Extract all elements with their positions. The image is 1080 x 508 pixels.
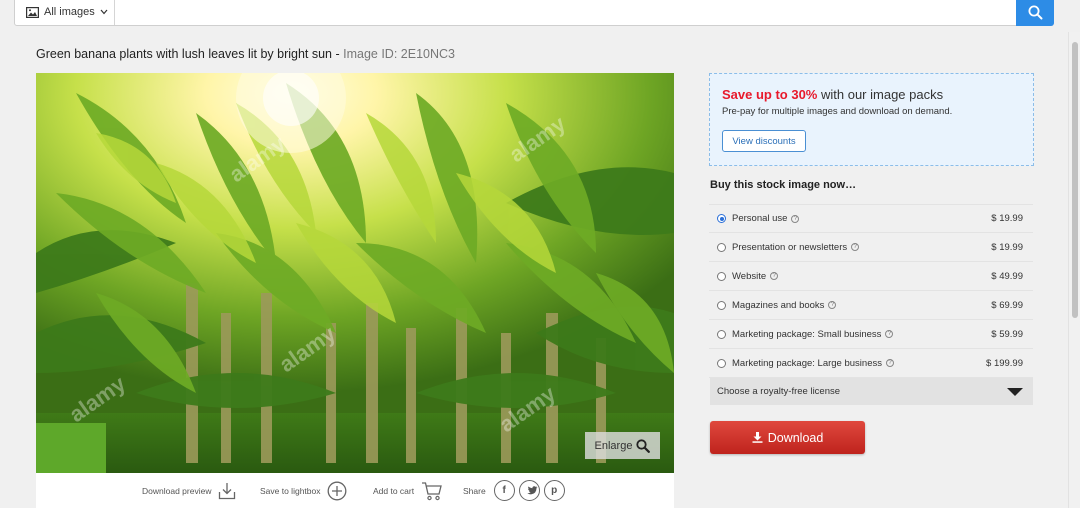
- plus-circle-icon: [328, 481, 347, 500]
- chevron-down-icon: [100, 9, 108, 15]
- pinterest-icon[interactable]: p: [543, 480, 565, 501]
- download-button[interactable]: Download: [710, 421, 865, 454]
- share-label: Share: [463, 485, 486, 496]
- share-group: Share f p: [463, 473, 565, 508]
- license-label: Magazines and books: [732, 299, 825, 311]
- enlarge-label: Enlarge: [594, 439, 633, 452]
- page-scrollbar[interactable]: [1068, 32, 1080, 508]
- promo-headline-rest: with our image packs: [817, 87, 944, 102]
- radio-unselected[interactable]: [717, 271, 726, 281]
- royalty-free-label: Choose a royalty-free license: [717, 386, 841, 397]
- search-button[interactable]: [1016, 0, 1054, 26]
- license-option-marketing-small[interactable]: Marketing package: Small business ? $ 59…: [709, 320, 1033, 349]
- search-box: All images: [14, 0, 1054, 26]
- license-price: $ 199.99: [986, 357, 1023, 369]
- enlarge-button[interactable]: Enlarge: [585, 432, 660, 459]
- help-icon[interactable]: ?: [851, 243, 860, 251]
- license-label: Marketing package: Large business: [732, 357, 882, 369]
- image-type-label: All images: [44, 6, 95, 18]
- twitter-icon[interactable]: [518, 480, 540, 501]
- download-arrow-icon: [752, 432, 763, 443]
- image-actions-bar: Download preview Save to lightbox Add to…: [36, 473, 674, 508]
- license-option-personal-use[interactable]: Personal use ? $ 19.99: [709, 204, 1033, 233]
- license-option-magazines[interactable]: Magazines and books ? $ 69.99: [709, 291, 1033, 320]
- image-pack-promo: Save up to 30% with our image packs Pre-…: [709, 73, 1034, 166]
- image-title: Green banana plants with lush leaves lit…: [36, 47, 333, 61]
- download-preview-label: Download preview: [142, 485, 212, 496]
- save-to-lightbox-button[interactable]: Save to lightbox: [260, 473, 347, 508]
- promo-highlight: Save up to 30%: [722, 87, 818, 102]
- radio-unselected[interactable]: [717, 358, 726, 368]
- image-id: Image ID: 2E10NC3: [343, 47, 455, 61]
- promo-subtext: Pre-pay for multiple images and download…: [722, 106, 953, 117]
- license-price: $ 19.99: [991, 213, 1023, 224]
- license-options: Personal use ? $ 19.99 Presentation or n…: [709, 204, 1033, 378]
- help-icon[interactable]: ?: [885, 359, 894, 367]
- view-discounts-button[interactable]: View discounts: [722, 130, 806, 152]
- license-label: Presentation or newsletters: [732, 241, 848, 253]
- download-label: Download: [767, 430, 824, 445]
- caret-down-icon: [1007, 388, 1023, 396]
- license-price: $ 59.99: [991, 328, 1023, 340]
- license-label: Website: [732, 270, 767, 282]
- license-price: $ 19.99: [991, 241, 1023, 253]
- top-search-bar: All images: [0, 0, 1080, 36]
- license-option-marketing-large[interactable]: Marketing package: Large business ? $ 19…: [709, 349, 1033, 378]
- license-label: Marketing package: Small business: [732, 328, 882, 340]
- page-title: Green banana plants with lush leaves lit…: [36, 47, 455, 61]
- download-icon: [219, 482, 236, 499]
- save-to-lightbox-label: Save to lightbox: [260, 485, 321, 496]
- scrollbar-thumb[interactable]: [1072, 42, 1078, 318]
- license-label: Personal use: [732, 213, 788, 224]
- add-to-cart-label: Add to cart: [373, 485, 415, 496]
- license-price: $ 69.99: [991, 299, 1023, 311]
- help-icon[interactable]: ?: [885, 330, 894, 338]
- help-icon[interactable]: ?: [791, 214, 800, 223]
- magnifier-icon: [636, 438, 651, 453]
- promo-headline: Save up to 30% with our image packs: [722, 87, 1021, 102]
- search-input[interactable]: [117, 0, 1015, 25]
- radio-unselected[interactable]: [717, 329, 726, 339]
- search-icon: [1028, 5, 1042, 19]
- help-icon[interactable]: ?: [828, 301, 837, 309]
- radio-unselected[interactable]: [717, 300, 726, 310]
- royalty-free-license-dropdown[interactable]: Choose a royalty-free license: [710, 378, 1033, 405]
- image-icon: [26, 6, 39, 18]
- license-price: $ 49.99: [991, 270, 1023, 282]
- license-option-presentation[interactable]: Presentation or newsletters ? $ 19.99: [709, 233, 1033, 262]
- help-icon[interactable]: ?: [770, 272, 779, 280]
- radio-selected[interactable]: [717, 214, 726, 223]
- license-option-website[interactable]: Website ? $ 49.99: [709, 262, 1033, 291]
- stock-photo[interactable]: alamy alamy alamy alamy alamy: [36, 73, 674, 473]
- facebook-icon[interactable]: f: [493, 480, 515, 501]
- cart-icon: [422, 481, 442, 500]
- title-separator: -: [332, 47, 344, 61]
- buy-section-title: Buy this stock image now…: [710, 179, 857, 191]
- image-type-dropdown[interactable]: All images: [15, 0, 115, 25]
- radio-unselected[interactable]: [717, 242, 726, 252]
- add-to-cart-button[interactable]: Add to cart: [373, 473, 443, 508]
- download-preview-button[interactable]: Download preview: [142, 473, 236, 508]
